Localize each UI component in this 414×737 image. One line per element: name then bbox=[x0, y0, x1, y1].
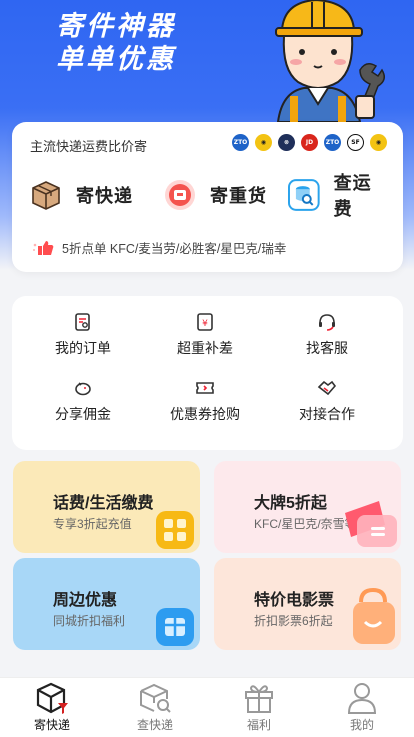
promo-banner[interactable]: 5折点单 KFC/麦当劳/必胜客/星巴克/瑞幸 bbox=[32, 238, 286, 257]
gift-icon bbox=[245, 685, 273, 713]
tab-track-express[interactable]: 查快递 bbox=[115, 681, 195, 733]
send-express-label: 寄快递 bbox=[76, 186, 133, 206]
share-commission-label: 分享佣金 bbox=[55, 406, 111, 422]
coupon-icon bbox=[196, 382, 214, 394]
send-heavy-button[interactable]: 寄重货 bbox=[164, 177, 267, 213]
piggy-bank-icon bbox=[75, 382, 91, 396]
tab-send-express[interactable]: 寄快递 bbox=[12, 681, 92, 733]
gift-box-icon bbox=[156, 608, 194, 646]
phone-bill-subtitle: 专享3折起充值 bbox=[53, 517, 132, 531]
movie-ticket-tile[interactable]: 特价电影票 折扣影票6折起 bbox=[214, 558, 401, 650]
coupon-grab-button[interactable]: 优惠券抢购 bbox=[150, 378, 260, 424]
headset-icon bbox=[319, 314, 335, 331]
tab-profile-label: 我的 bbox=[349, 718, 374, 732]
my-orders-label: 我的订单 bbox=[55, 340, 111, 356]
thumbs-up-icon bbox=[33, 240, 54, 255]
user-icon bbox=[347, 683, 377, 714]
hero-title-line2: 单单优惠 bbox=[56, 44, 176, 75]
hero-title: 寄件神器 单单优惠 bbox=[56, 10, 176, 76]
jd-logo-icon: JD bbox=[301, 134, 318, 151]
tab-welfare-label: 福利 bbox=[246, 718, 271, 732]
calculator-icon bbox=[156, 511, 194, 549]
compare-caption: 主流快递运费比价寄 bbox=[30, 139, 148, 154]
movie-ticket-title: 特价电影票 bbox=[254, 592, 335, 609]
package-tab-icon bbox=[36, 682, 68, 714]
wallet-icon bbox=[345, 501, 397, 547]
check-freight-button[interactable]: 查运费 bbox=[288, 173, 390, 219]
overweight-button[interactable]: ¥ 超重补差 bbox=[150, 312, 260, 358]
overweight-label: 超重补差 bbox=[177, 340, 233, 356]
carrier-logos: ZTO ◉ ⊗ JD ZTO SF ◉ bbox=[232, 134, 387, 151]
hero-title-line1: 寄件神器 bbox=[56, 11, 176, 42]
cooperation-button[interactable]: 对接合作 bbox=[272, 378, 382, 424]
nearby-deals-subtitle: 同城折扣福利 bbox=[53, 614, 126, 628]
heavy-goods-icon bbox=[165, 180, 195, 210]
movie-ticket-subtitle: 折扣影票6折起 bbox=[254, 614, 333, 628]
my-orders-button[interactable]: 我的订单 bbox=[28, 312, 138, 358]
nearby-deals-tile[interactable]: 周边优惠 同城折扣福利 bbox=[13, 558, 200, 650]
cooperation-label: 对接合作 bbox=[299, 406, 355, 422]
tab-track-express-label: 查快递 bbox=[136, 718, 173, 732]
package-icon bbox=[32, 181, 60, 210]
jt-logo-icon: ⊗ bbox=[278, 134, 295, 151]
handshake-icon bbox=[317, 380, 337, 396]
share-commission-button[interactable]: 分享佣金 bbox=[28, 378, 138, 424]
main-actions: 寄快递 寄重货 查运费 bbox=[30, 173, 390, 219]
shopping-bag-icon bbox=[353, 588, 395, 644]
nearby-deals-title: 周边优惠 bbox=[53, 592, 118, 609]
yunda-logo-icon: ◉ bbox=[255, 134, 272, 151]
sf-logo-icon: SF bbox=[347, 134, 364, 151]
function-grid: 我的订单 ¥ 超重补差 找客服 分享佣金 优惠券抢购 对接合作 bbox=[12, 296, 403, 450]
brand-discount-tile[interactable]: 大牌5折起 KFC/星巴克/奈雪等 bbox=[214, 461, 401, 553]
svg-text:¥: ¥ bbox=[202, 319, 208, 329]
track-package-icon bbox=[140, 683, 171, 713]
send-heavy-label: 寄重货 bbox=[210, 186, 267, 206]
bottom-tab-bar: 寄快递 查快递 福利 我的 bbox=[0, 677, 414, 737]
freight-query-icon bbox=[288, 179, 320, 211]
customer-service-label: 找客服 bbox=[306, 340, 348, 356]
courier-mascot-icon bbox=[275, 0, 385, 122]
coupon-grab-label: 优惠券抢购 bbox=[170, 406, 240, 422]
tab-send-express-label: 寄快递 bbox=[33, 718, 70, 732]
tab-welfare[interactable]: 福利 bbox=[219, 681, 299, 733]
brand-discount-title: 大牌5折起 bbox=[254, 495, 327, 512]
customer-service-button[interactable]: 找客服 bbox=[272, 312, 382, 358]
express-compare-card: 主流快递运费比价寄 ZTO ◉ ⊗ JD ZTO SF ◉ 寄快递 寄重货 查运… bbox=[12, 122, 403, 272]
zto-logo-icon-2: ZTO bbox=[324, 134, 341, 151]
zto-logo-icon: ZTO bbox=[232, 134, 249, 151]
check-freight-label: 查运费 bbox=[333, 173, 372, 219]
order-icon bbox=[75, 313, 90, 331]
promo-text: 5折点单 KFC/麦当劳/必胜客/星巴克/瑞幸 bbox=[62, 242, 287, 256]
tab-profile[interactable]: 我的 bbox=[322, 681, 402, 733]
send-express-button[interactable]: 寄快递 bbox=[30, 177, 133, 213]
yunda-logo-icon-2: ◉ bbox=[370, 134, 387, 151]
overweight-icon: ¥ bbox=[197, 313, 213, 331]
phone-bill-title: 话费/生活缴费 bbox=[53, 495, 154, 512]
phone-bill-tile[interactable]: 话费/生活缴费 专享3折起充值 bbox=[13, 461, 200, 553]
